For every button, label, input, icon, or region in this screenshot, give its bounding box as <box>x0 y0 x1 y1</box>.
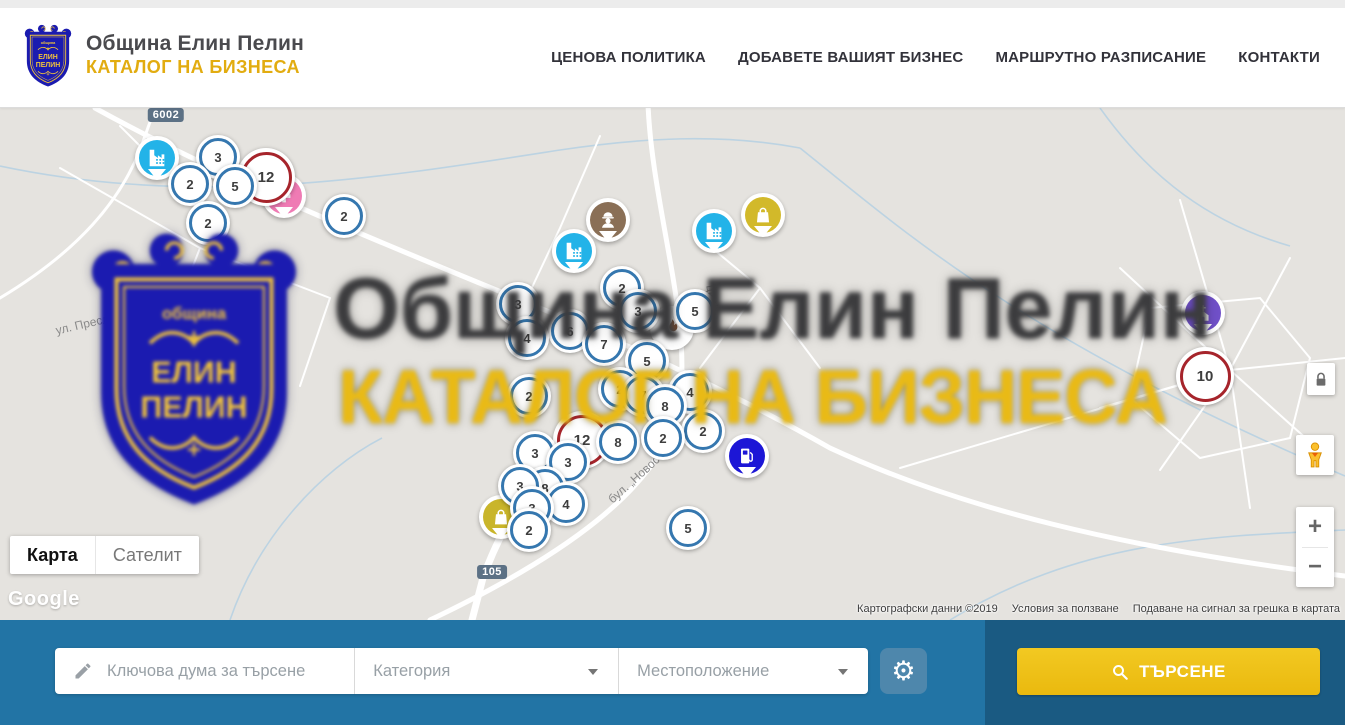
nav-item-4[interactable]: КОНТАКТИ <box>1238 49 1320 66</box>
cluster-count: 2 <box>189 204 227 242</box>
pegman-button[interactable] <box>1296 435 1334 475</box>
zoom-out-button[interactable]: − <box>1296 548 1334 588</box>
cluster-marker[interactable]: 7 <box>582 322 626 366</box>
search-button-label: ТЪРСЕНЕ <box>1139 662 1226 682</box>
nav-item-1[interactable]: ЦЕНОВА ПОЛИТИКА <box>551 49 706 66</box>
search-bar: Категория Местоположение ⚙ ТЪРСЕНЕ <box>0 620 1345 725</box>
municipality-crest-logo <box>22 22 74 88</box>
cluster-marker[interactable]: 5 <box>666 506 710 550</box>
page: община ЕЛИН ПЕЛИН Община Елин Пелин КАТА… <box>0 0 1345 725</box>
attribution-link[interactable]: Условия за ползване <box>1012 603 1119 615</box>
nav-item-3[interactable]: МАРШРУТНО РАЗПИСАНИЕ <box>995 49 1206 66</box>
shopping-bag-icon <box>745 197 781 233</box>
map-attribution: Картографски данни ©2019 Условия за ползв… <box>857 603 1340 615</box>
cluster-marker[interactable]: 8 <box>596 420 640 464</box>
fuel-icon <box>729 438 765 474</box>
cluster-count: 2 <box>510 377 548 415</box>
settings-button[interactable]: ⚙ <box>880 648 927 694</box>
worker-pin-marker[interactable] <box>586 198 630 242</box>
fuel-pin-marker[interactable] <box>725 434 769 478</box>
factory-icon <box>139 140 175 176</box>
zoom-control: + − <box>1296 507 1334 587</box>
map-type-control: Карта Сателит <box>10 536 199 574</box>
factory-pin-marker[interactable] <box>552 229 596 273</box>
map-type-map-button[interactable]: Карта <box>10 536 95 574</box>
cluster-count: 5 <box>669 509 707 547</box>
cluster-count: 3 <box>619 292 657 330</box>
search-icon <box>1111 663 1129 681</box>
category-select[interactable]: Категория <box>354 648 618 694</box>
zoom-in-button[interactable]: + <box>1296 507 1334 547</box>
cluster-marker[interactable]: 2 <box>322 194 366 238</box>
worker-icon <box>590 202 626 238</box>
cluster-marker[interactable]: 2 <box>641 416 685 460</box>
brand-subtitle: КАТАЛОГ НА БИЗНЕСА <box>86 57 304 79</box>
church-pin-marker[interactable] <box>1181 291 1225 335</box>
cluster-marker[interactable]: 10 <box>1176 347 1234 405</box>
header: Община Елин Пелин КАТАЛОГ НА БИЗНЕСА ЦЕН… <box>0 8 1345 108</box>
main-nav: ЦЕНОВА ПОЛИТИКА ДОБАВЕТЕ ВАШИЯТ БИЗНЕС МАР… <box>551 8 1320 107</box>
category-value: Категория <box>373 662 450 681</box>
brand[interactable]: Община Елин Пелин КАТАЛОГ НА БИЗНЕСА <box>22 22 304 88</box>
cluster-marker[interactable]: 3 <box>616 289 660 333</box>
nav-item-2[interactable]: ДОБАВЕТЕ ВАШИЯТ БИЗНЕС <box>738 49 963 66</box>
cluster-marker[interactable]: 5 <box>213 164 257 208</box>
cluster-marker[interactable]: 2 <box>186 201 230 245</box>
attribution-link[interactable]: Подаване на сигнал за грешка в картата <box>1133 603 1340 615</box>
cluster-count: 7 <box>585 325 623 363</box>
road-number-label: 6002 <box>148 108 184 122</box>
map-canvas[interactable]: 1232522235364752748221282338343251060021… <box>0 108 1345 620</box>
cluster-marker[interactable]: 2 <box>168 162 212 206</box>
cluster-marker[interactable]: 2 <box>681 409 725 453</box>
pegman-icon <box>1304 442 1326 469</box>
cluster-marker[interactable]: 2 <box>507 374 551 418</box>
church-icon <box>1185 295 1221 331</box>
google-logo[interactable]: Google <box>8 588 80 611</box>
location-select[interactable]: Местоположение <box>618 648 868 694</box>
map-type-satellite-button[interactable]: Сателит <box>95 536 199 574</box>
factory-icon <box>696 213 732 249</box>
cluster-count: 2 <box>644 419 682 457</box>
cluster-marker[interactable]: 5 <box>673 289 717 333</box>
brand-title: Община Елин Пелин <box>86 31 304 57</box>
search-button[interactable]: ТЪРСЕНЕ <box>1017 648 1320 695</box>
factory-pin-marker[interactable] <box>692 209 736 253</box>
location-value: Местоположение <box>637 662 769 681</box>
cluster-marker[interactable]: 4 <box>505 316 549 360</box>
cluster-count: 5 <box>676 292 714 330</box>
filter-group: Категория Местоположение <box>55 648 868 694</box>
cluster-count: 2 <box>171 165 209 203</box>
keyword-field[interactable] <box>55 648 354 694</box>
cluster-count: 4 <box>508 319 546 357</box>
lock-button[interactable] <box>1307 363 1335 395</box>
keyword-input[interactable] <box>105 661 354 682</box>
pencil-icon <box>73 661 93 681</box>
cluster-count: 5 <box>216 167 254 205</box>
chevron-down-icon <box>588 669 598 680</box>
cluster-marker[interactable]: 2 <box>507 508 551 552</box>
cluster-count: 10 <box>1180 351 1231 402</box>
lock-icon <box>1314 371 1328 388</box>
cluster-count: 2 <box>684 412 722 450</box>
factory-icon <box>556 233 592 269</box>
gear-icon: ⚙ <box>891 658 915 685</box>
cluster-count: 2 <box>510 511 548 549</box>
cluster-count: 8 <box>599 423 637 461</box>
road-number-label: 105 <box>477 565 507 579</box>
map-data-copyright: Картографски данни ©2019 <box>857 603 998 615</box>
shopping-bag-pin-marker[interactable] <box>741 193 785 237</box>
chevron-down-icon <box>838 669 848 680</box>
cluster-count: 2 <box>325 197 363 235</box>
